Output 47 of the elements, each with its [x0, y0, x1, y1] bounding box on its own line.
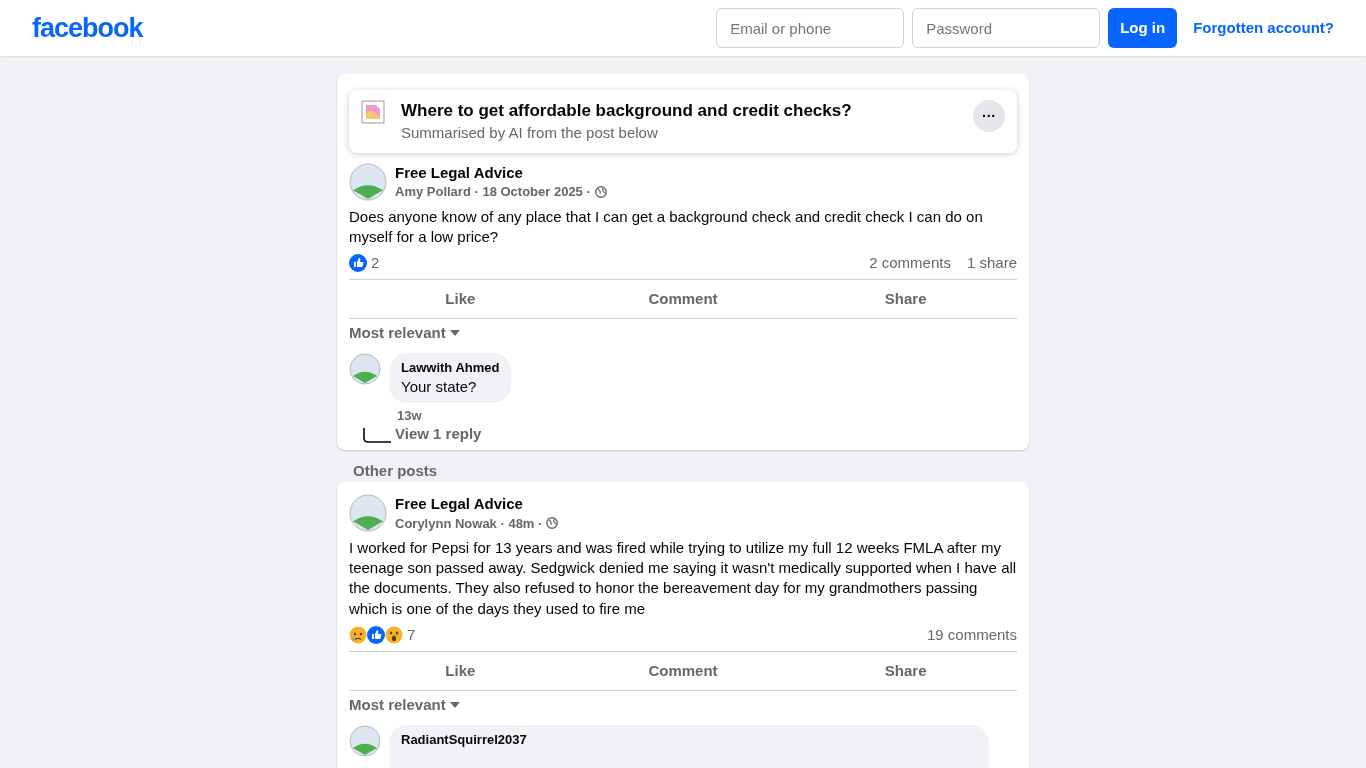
reply-connector-icon: [363, 428, 391, 445]
post-meta: Corylynn Nowak · 48m ·: [395, 514, 543, 532]
comments-count[interactable]: 19 comments: [926, 624, 1017, 645]
like-reaction-icon: [367, 625, 385, 644]
reaction-count: 7: [407, 624, 416, 645]
commenter-name[interactable]: Lawwith Ahmed: [401, 359, 500, 377]
logo[interactable]: facebook: [32, 9, 143, 47]
avatar-icon: [349, 162, 387, 201]
post-meta: Amy Pollard · 18 October 2025 ·: [395, 183, 591, 201]
summary-title: Where to get affordable background and credit checks?: [401, 100, 853, 122]
email-field[interactable]: Email or phone: [716, 8, 905, 48]
sort-dropdown[interactable]: Most relevant: [349, 323, 446, 344]
forgot-account-link[interactable]: Forgotten account?: [1193, 17, 1334, 39]
caret-icon: [449, 330, 460, 337]
crying-face-icon: [349, 625, 367, 644]
comment-button[interactable]: Comment: [571, 280, 795, 319]
caret-icon: [449, 701, 460, 708]
like-button[interactable]: Like: [349, 280, 572, 319]
shares-count[interactable]: 1 share: [966, 253, 1017, 274]
avatar-icon: [349, 353, 381, 386]
comments-count[interactable]: 2 comments: [869, 253, 951, 274]
post-text: I worked for Pepsi for 13 years and was fired while trying to utilize my full 12 weeks FMLA after my teenage son passed away. Sedgwick denied me saying it wasn't medically supported when I have all the documents. They also refused to honor the bereavement day for my grandmothers passing which is one of the days they used to fire me: [349, 538, 1017, 619]
commenter-name[interactable]: RadiantSquirrel2037: [401, 730, 977, 749]
sort-dropdown[interactable]: Most relevant: [349, 694, 446, 715]
share-button[interactable]: Share: [794, 280, 1017, 319]
like-reaction-icon: [349, 254, 367, 273]
comment-text: Your state?: [401, 376, 478, 397]
document-icon: [361, 100, 385, 124]
group-name[interactable]: Free Legal Advice: [395, 163, 607, 184]
reaction-count: 2: [371, 253, 380, 274]
avatar-icon: [349, 724, 381, 757]
globe-icon: [546, 517, 559, 530]
like-button[interactable]: Like: [349, 651, 572, 690]
share-button[interactable]: Share: [794, 651, 1017, 690]
avatar-icon: [349, 494, 387, 533]
post-text: Does anyone know of any place that I can get a background check and credit check I can do on myself for a low price?: [349, 206, 984, 247]
section-heading: Other posts: [352, 461, 439, 482]
surprised-face-icon: [385, 625, 403, 644]
password-field[interactable]: Password: [912, 8, 1101, 48]
login-button[interactable]: Log in: [1108, 8, 1178, 48]
comment-button[interactable]: Comment: [571, 651, 795, 690]
globe-icon: [594, 185, 607, 198]
view-replies-link[interactable]: View 1 reply: [395, 424, 482, 445]
summary-subtitle: Summarised by AI from the post below: [401, 122, 659, 143]
group-name[interactable]: Free Legal Advice: [395, 494, 559, 515]
comment-time[interactable]: 13w: [397, 406, 512, 425]
more-options-button[interactable]: ···: [973, 100, 1005, 132]
